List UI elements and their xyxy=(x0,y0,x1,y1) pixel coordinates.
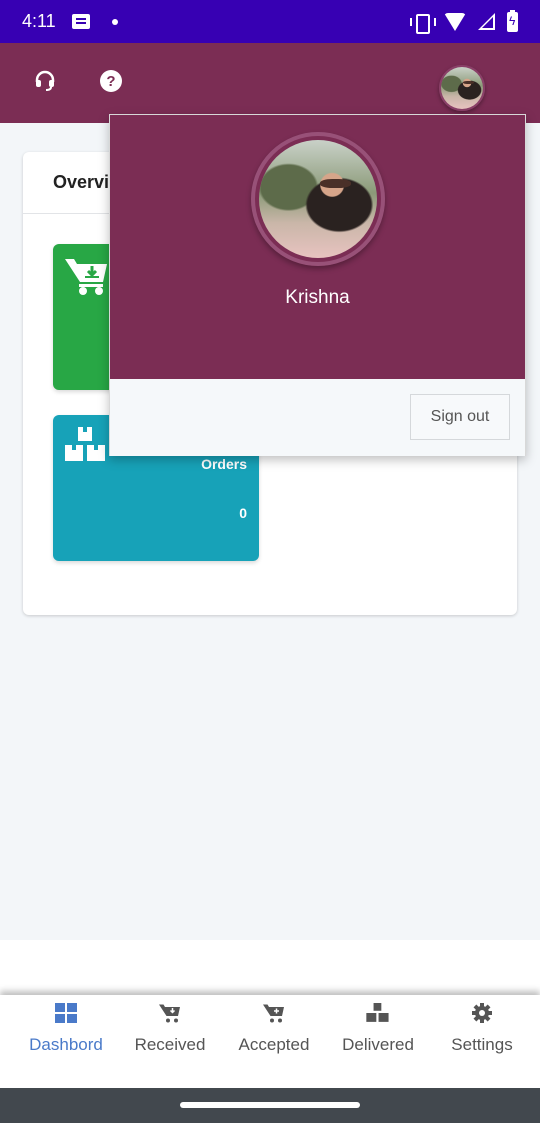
nav-item-dashboard[interactable]: Dashbord xyxy=(14,995,118,1088)
cart-plus-icon xyxy=(263,1001,285,1025)
profile-name: Krishna xyxy=(285,287,350,308)
tile-label: Orders xyxy=(201,456,247,472)
nav-label: Accepted xyxy=(238,1035,310,1054)
gear-icon xyxy=(472,1001,492,1025)
profile-avatar-large xyxy=(251,132,385,266)
status-time: 4:11 xyxy=(22,11,56,31)
nav-label: Delivered xyxy=(342,1035,414,1054)
signal-icon xyxy=(478,13,495,30)
profile-avatar-button[interactable] xyxy=(439,65,485,111)
vibrate-icon xyxy=(410,13,436,34)
cart-download-icon xyxy=(159,1001,181,1025)
nav-label: Dashbord xyxy=(29,1035,103,1054)
help-icon[interactable]: ? xyxy=(100,70,122,92)
tile-value: 0 xyxy=(239,505,247,521)
app-header: ? xyxy=(0,43,540,123)
profile-footer: Sign out xyxy=(110,379,525,456)
dot-icon xyxy=(111,18,118,25)
message-icon xyxy=(71,14,90,29)
status-bar: 4:11 xyxy=(0,0,540,43)
avatar-image xyxy=(259,140,377,258)
cart-download-icon xyxy=(65,256,109,301)
system-nav-bar xyxy=(0,1088,540,1123)
profile-dropdown: Krishna Sign out xyxy=(109,114,526,456)
boxes-icon xyxy=(366,1001,390,1025)
home-gesture-handle[interactable] xyxy=(180,1102,360,1108)
boxes-icon xyxy=(65,427,107,468)
battery-charging-icon xyxy=(507,9,518,32)
sign-out-button[interactable]: Sign out xyxy=(410,394,510,440)
nav-item-accepted[interactable]: Accepted xyxy=(222,995,326,1088)
nav-item-received[interactable]: Received xyxy=(118,995,222,1088)
headset-icon[interactable] xyxy=(34,70,56,92)
avatar-image xyxy=(441,67,483,109)
bottom-nav: Dashbord Received Accepted Delivered Set… xyxy=(0,995,540,1088)
profile-header: Krishna xyxy=(110,115,525,379)
wifi-icon xyxy=(444,12,466,31)
nav-item-settings[interactable]: Settings xyxy=(430,995,534,1088)
dashboard-grid-icon xyxy=(55,1001,77,1025)
nav-label: Received xyxy=(134,1035,206,1054)
nav-item-delivered[interactable]: Delivered xyxy=(326,995,430,1088)
content-footer-space xyxy=(0,940,540,995)
nav-label: Settings xyxy=(451,1035,513,1054)
